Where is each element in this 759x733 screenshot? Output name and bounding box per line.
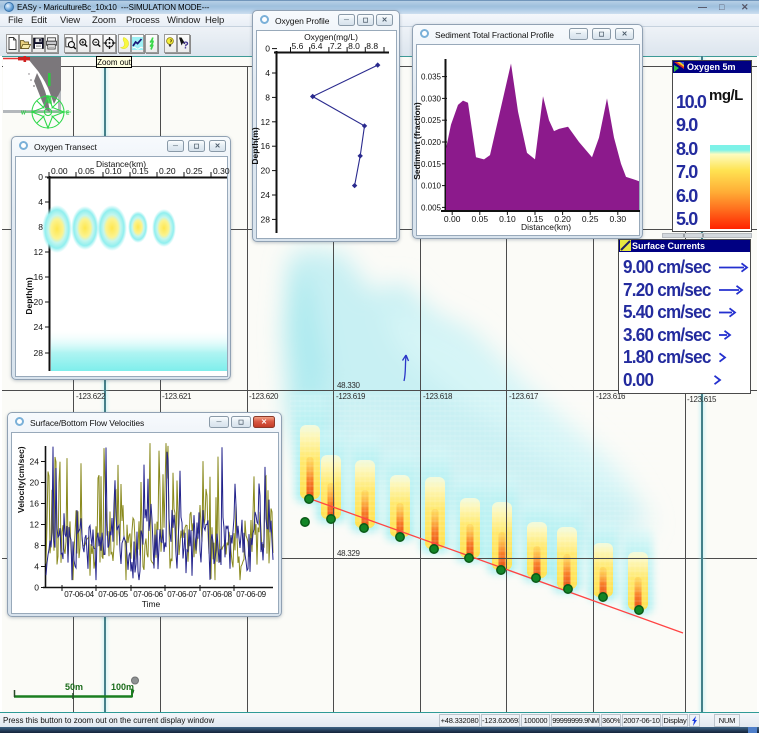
svg-text:07-06-07: 07-06-07	[167, 590, 197, 599]
svg-text:07-06-06: 07-06-06	[133, 590, 163, 599]
svg-text:24: 24	[34, 322, 44, 332]
svg-text:20: 20	[34, 297, 44, 307]
svg-text:0.00: 0.00	[51, 166, 68, 176]
svg-text:0.035: 0.035	[421, 73, 442, 82]
svg-text:0.020: 0.020	[421, 138, 442, 147]
svg-text:Depth(m): Depth(m)	[24, 277, 34, 314]
svg-text:100m: 100m	[111, 682, 134, 692]
svg-text:12: 12	[34, 247, 44, 257]
svg-text:Time: Time	[142, 599, 161, 609]
svg-text:6.4: 6.4	[311, 41, 323, 51]
svg-text:0.30: 0.30	[213, 166, 230, 176]
svg-text:0.20: 0.20	[159, 166, 176, 176]
svg-text:0: 0	[38, 172, 43, 182]
svg-text:07-06-04: 07-06-04	[64, 590, 94, 599]
svg-text:07-06-08: 07-06-08	[202, 590, 232, 599]
svg-text:20: 20	[261, 166, 271, 176]
svg-text:0.10: 0.10	[105, 166, 122, 176]
svg-text:8: 8	[34, 541, 39, 551]
svg-text:20: 20	[30, 478, 40, 488]
svg-text:16: 16	[30, 499, 40, 509]
svg-text:0.015: 0.015	[421, 160, 442, 169]
svg-text:28: 28	[34, 348, 44, 358]
svg-text:0.10: 0.10	[499, 214, 516, 224]
svg-text:0.15: 0.15	[132, 166, 149, 176]
svg-text:4: 4	[265, 68, 270, 78]
svg-text:8.0: 8.0	[348, 41, 360, 51]
svg-text:0.005: 0.005	[421, 203, 442, 212]
svg-text:0.30: 0.30	[610, 214, 627, 224]
svg-text:5.6: 5.6	[292, 41, 304, 51]
svg-text:Distance(km): Distance(km)	[521, 222, 571, 232]
svg-text:4: 4	[34, 562, 39, 572]
svg-text:0.05: 0.05	[472, 214, 489, 224]
svg-text:8.8: 8.8	[366, 41, 378, 51]
svg-text:W: W	[21, 111, 26, 117]
svg-text:07-06-09: 07-06-09	[236, 590, 266, 599]
svg-text:0.00: 0.00	[444, 214, 461, 224]
svg-text:0.25: 0.25	[582, 214, 599, 224]
svg-text:Depth(m): Depth(m)	[250, 127, 260, 164]
svg-text:0.05: 0.05	[78, 166, 95, 176]
svg-text:E: E	[66, 111, 70, 117]
svg-text:8: 8	[265, 92, 270, 102]
svg-text:7.2: 7.2	[330, 41, 342, 51]
svg-text:0.030: 0.030	[421, 94, 442, 103]
svg-text:Velocity(cm/sec): Velocity(cm/sec)	[16, 446, 26, 513]
svg-text:0: 0	[34, 583, 39, 593]
svg-text:07-06-05: 07-06-05	[98, 590, 128, 599]
svg-text:0.025: 0.025	[421, 116, 442, 125]
svg-text:4: 4	[38, 197, 43, 207]
svg-text:0.25: 0.25	[186, 166, 203, 176]
svg-text:?: ?	[183, 41, 189, 52]
svg-text:28: 28	[261, 214, 271, 224]
svg-text:0.010: 0.010	[421, 182, 442, 191]
svg-text:50m: 50m	[65, 682, 83, 692]
svg-text:24: 24	[30, 457, 40, 467]
svg-text:24: 24	[261, 190, 271, 200]
svg-text:0: 0	[265, 44, 270, 54]
svg-text:16: 16	[34, 272, 44, 282]
svg-text:16: 16	[261, 141, 271, 151]
svg-text:12: 12	[261, 117, 271, 127]
svg-text:12: 12	[30, 520, 40, 530]
